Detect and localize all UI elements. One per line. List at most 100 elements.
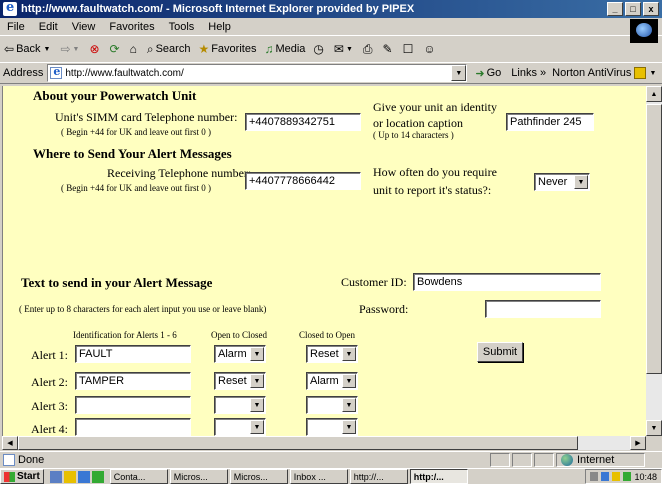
media-player-icon[interactable]	[91, 470, 104, 483]
menu-edit[interactable]: Edit	[32, 21, 65, 33]
vertical-scroll-thumb[interactable]	[646, 104, 662, 374]
home-button[interactable]: ⌂	[130, 42, 139, 56]
password-input[interactable]	[485, 300, 601, 318]
alert-1-closed-to-open-select[interactable]: Reset ▼	[306, 345, 358, 363]
favorites-button[interactable]: ★ Favorites	[198, 42, 256, 56]
status-bar: Done Internet	[0, 451, 662, 467]
print-button[interactable]: ⎙	[363, 42, 375, 57]
menu-view[interactable]: View	[65, 21, 103, 33]
taskbar-item[interactable]: Micros...	[229, 469, 288, 484]
history-button[interactable]: ◷	[313, 42, 325, 56]
alert-4-text-input[interactable]	[75, 418, 191, 436]
norton-antivirus-button[interactable]: Norton AntiVirus ▼	[552, 67, 656, 79]
alert-1-text-input[interactable]: FAULT	[75, 345, 191, 363]
forward-button[interactable]: ⇨ ▼	[60, 42, 81, 56]
address-input[interactable]: http://www.faultwatch.com/ ▼	[47, 64, 468, 82]
simm-number-input[interactable]: +4407889342751	[245, 113, 361, 131]
alert-2-cto-value: Alarm	[310, 375, 339, 387]
report-frequency-select[interactable]: Never ▼	[534, 173, 590, 191]
chevron-down-icon[interactable]: ▼	[250, 420, 264, 434]
minimize-button[interactable]: _	[607, 2, 623, 16]
alert-3-closed-to-open-select[interactable]: ▼	[306, 396, 358, 414]
scroll-down-icon[interactable]: ▼	[646, 420, 662, 436]
chevron-down-icon[interactable]: ▼	[342, 374, 356, 388]
stop-icon: ⊗	[89, 42, 100, 56]
taskbar-item[interactable]: Micros...	[169, 469, 228, 484]
alert-1-open-to-closed-select[interactable]: Alarm ▼	[214, 345, 266, 363]
scroll-up-icon[interactable]: ▲	[646, 86, 662, 102]
submit-button[interactable]: Submit	[477, 342, 523, 362]
chevron-down-icon[interactable]: ▼	[250, 347, 264, 361]
standard-toolbar: ⇦ Back ▼ ⇨ ▼ ⊗ ⟳ ⌂ ⌕ Search ★ Favorites …	[0, 37, 630, 61]
alert-2-text-input[interactable]: TAMPER	[75, 372, 191, 390]
go-arrow-icon: ➜	[475, 67, 485, 80]
go-label: Go	[486, 67, 502, 79]
alert-4-closed-to-open-select[interactable]: ▼	[306, 418, 358, 436]
ie-quicklaunch-icon[interactable]	[77, 470, 90, 483]
norton-icon	[634, 67, 647, 79]
alert-4-open-to-closed-select[interactable]: ▼	[214, 418, 266, 436]
maximize-button[interactable]: □	[625, 2, 641, 16]
menu-help[interactable]: Help	[201, 21, 238, 33]
mail-button[interactable]: ✉ ▼	[334, 42, 355, 56]
chevron-down-icon[interactable]: ▼	[250, 374, 264, 388]
chevron-down-icon[interactable]: ▼	[342, 420, 356, 434]
stop-button[interactable]: ⊗	[89, 42, 101, 56]
network-icon[interactable]	[601, 472, 610, 481]
taskbar-item[interactable]: http://...	[349, 469, 408, 484]
start-button[interactable]: Start	[0, 469, 44, 484]
chevron-down-icon[interactable]: ▼	[574, 175, 588, 189]
receiving-number-input[interactable]: +4407778666442	[245, 172, 361, 190]
zone-label: Internet	[577, 453, 615, 466]
alert-3-text-input[interactable]	[75, 396, 191, 414]
scroll-left-icon[interactable]: ◀	[2, 436, 18, 450]
window-title: http://www.faultwatch.com/ - Microsoft I…	[21, 3, 415, 15]
alert-2-closed-to-open-select[interactable]: Alarm ▼	[306, 372, 358, 390]
media-button[interactable]: ♫ Media	[264, 42, 305, 56]
taskbar-item[interactable]: Inbox ...	[289, 469, 348, 484]
go-button[interactable]: ➜ Go	[475, 67, 501, 80]
menu-favorites[interactable]: Favorites	[102, 21, 161, 33]
show-desktop-icon[interactable]	[49, 470, 62, 483]
receiving-label: Receiving Telephone number:	[107, 166, 252, 180]
messenger-button[interactable]: ☺	[423, 42, 437, 56]
edit-button[interactable]: ✎	[383, 42, 395, 56]
search-button[interactable]: ⌕ Search	[147, 42, 191, 57]
alert-2-open-to-closed-select[interactable]: Reset ▼	[214, 372, 266, 390]
vertical-scrollbar[interactable]: ▲ ▼	[646, 86, 662, 436]
chevron-down-icon[interactable]: ▼	[342, 347, 356, 361]
horizontal-scroll-thumb[interactable]	[18, 436, 578, 450]
favorites-label: Favorites	[211, 43, 257, 55]
discuss-button[interactable]: ☐	[403, 42, 416, 56]
taskbar-item-active[interactable]: http:/...	[409, 469, 468, 484]
identity-input[interactable]: Pathfinder 245	[506, 113, 594, 131]
back-button[interactable]: ⇦ Back ▼	[4, 42, 52, 56]
scroll-right-icon[interactable]: ▶	[630, 436, 646, 450]
chevron-down-icon[interactable]: ▼	[250, 398, 264, 412]
simm-hint: ( Begin +44 for UK and leave out first 0…	[61, 127, 212, 137]
outlook-icon[interactable]	[63, 470, 76, 483]
volume-icon[interactable]	[590, 472, 599, 481]
report-frequency-value: Never	[538, 176, 568, 188]
chevron-down-icon[interactable]: ▼	[342, 398, 356, 412]
refresh-button[interactable]: ⟳	[110, 42, 122, 56]
status-label-1: How often do you require	[373, 165, 497, 179]
address-bar: Address http://www.faultwatch.com/ ▼ ➜ G…	[0, 62, 662, 84]
antivirus-icon[interactable]	[612, 472, 621, 481]
horizontal-scrollbar[interactable]: ◀ ▶	[2, 436, 646, 450]
back-dropdown-icon[interactable]: ▼	[44, 46, 51, 53]
about-heading: About your Powerwatch Unit	[33, 88, 197, 103]
address-dropdown-icon[interactable]: ▼	[451, 65, 467, 81]
norton-dropdown-icon[interactable]: ▼	[649, 70, 656, 77]
messenger-tray-icon[interactable]	[623, 472, 632, 481]
alert-2-otc-value: Reset	[218, 375, 247, 387]
menu-tools[interactable]: Tools	[162, 21, 202, 33]
taskbar-item[interactable]: Conta...	[109, 469, 168, 484]
menu-file[interactable]: File	[0, 21, 32, 33]
alert-3-open-to-closed-select[interactable]: ▼	[214, 396, 266, 414]
ie-logo-icon	[3, 0, 17, 16]
close-button[interactable]: x	[643, 2, 659, 16]
status-segment	[490, 452, 510, 467]
customer-id-input[interactable]: Bowdens	[413, 273, 601, 291]
links-button[interactable]: Links »	[511, 67, 546, 79]
